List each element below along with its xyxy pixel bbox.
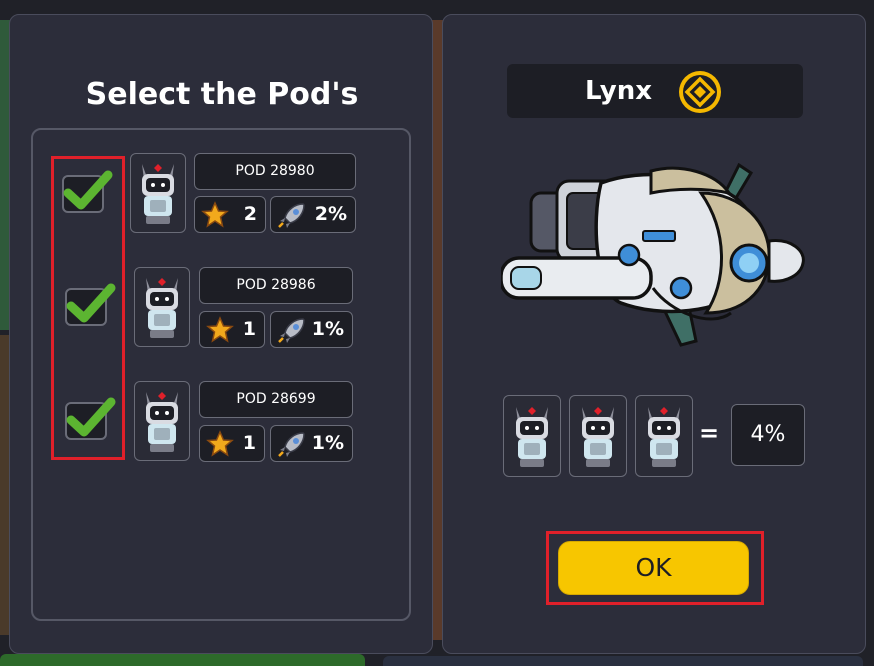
pod-name-1: POD 28980 [194, 153, 356, 190]
star-icon [201, 201, 229, 228]
background-bottom-green [0, 654, 365, 666]
robot-pod-icon [142, 164, 174, 224]
selected-pod-2 [569, 395, 627, 477]
pod-boost-value-1: 2% [314, 203, 347, 225]
pod-boost-value-3: 1% [311, 432, 344, 454]
pod-stars-value-2: 1 [242, 318, 256, 340]
pod-avatar [134, 267, 190, 347]
pod-stars-value-3: 1 [242, 432, 256, 454]
ship-name: Lynx [585, 76, 653, 106]
pod-name-2: POD 28986 [199, 267, 353, 304]
selected-pod-3 [635, 395, 693, 477]
robot-pod-icon [516, 407, 548, 467]
ok-button[interactable]: OK [558, 541, 749, 595]
pod-checkbox-1[interactable] [62, 170, 113, 213]
pod-boost-2: 1% [270, 311, 353, 348]
star-icon [206, 430, 234, 457]
robot-pod-icon [146, 392, 178, 452]
check-icon [66, 397, 116, 437]
check-icon [63, 170, 113, 210]
panel-title: Select the Pod's [85, 77, 359, 112]
pod-avatar [130, 153, 186, 233]
equals-sign: = [699, 419, 720, 447]
pod-checkbox-2[interactable] [65, 283, 116, 326]
select-pods-panel: Select the Pod's POD 28980 2 2% POD 2898… [9, 14, 433, 654]
game-screen: Select the Pod's POD 28980 2 2% POD 2898… [0, 0, 874, 666]
check-icon [66, 283, 116, 323]
background-bottom-dark [383, 656, 863, 666]
pod-checkbox-3[interactable] [65, 397, 116, 440]
star-icon [206, 316, 234, 343]
pod-boost-3: 1% [270, 425, 353, 462]
pod-stars-1: 2 [194, 196, 266, 233]
spaceship-icon [501, 163, 805, 347]
rocket-icon [278, 318, 305, 343]
pod-boost-value-2: 1% [311, 318, 344, 340]
rocket-icon [278, 432, 305, 457]
coin-icon [679, 71, 721, 113]
robot-pod-icon [146, 278, 178, 338]
pod-stars-value-1: 2 [243, 203, 257, 225]
total-boost-value: 4% [731, 404, 805, 466]
selected-pod-1 [503, 395, 561, 477]
rocket-icon [278, 203, 305, 228]
ship-panel: Lynx = 4% OK [442, 14, 866, 654]
robot-pod-icon [582, 407, 614, 467]
pod-boost-1: 2% [270, 196, 356, 233]
pod-stars-3: 1 [199, 425, 265, 462]
pod-stars-2: 1 [199, 311, 265, 348]
ship-name-box: Lynx [507, 64, 803, 118]
robot-pod-icon [648, 407, 680, 467]
pod-name-3: POD 28699 [199, 381, 353, 418]
pod-avatar [134, 381, 190, 461]
